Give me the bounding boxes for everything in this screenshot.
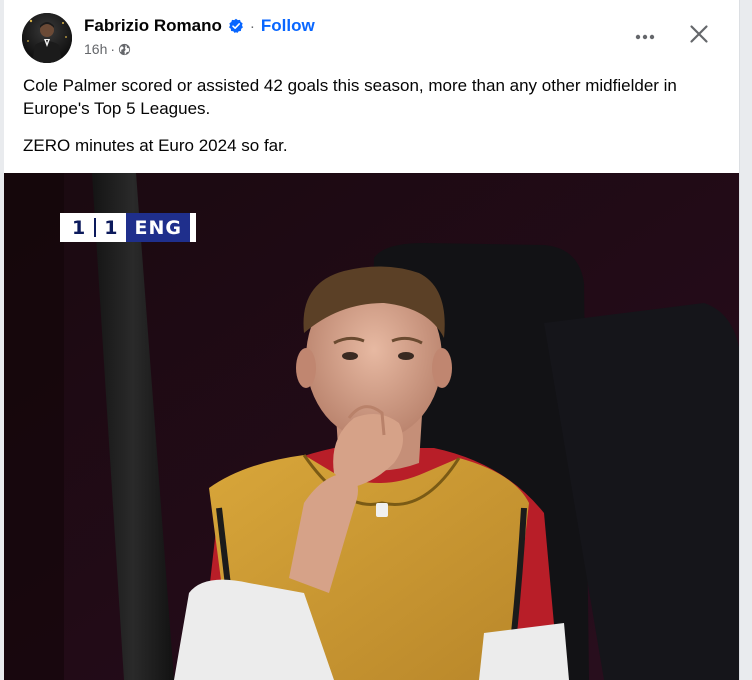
post-paragraph: Cole Palmer scored or assisted 42 goals … — [23, 76, 677, 118]
close-button[interactable] — [681, 18, 717, 54]
score-right: 1 — [104, 216, 119, 239]
verified-badge-icon — [228, 18, 244, 34]
scoreboard: 1 1 ENG — [60, 213, 196, 242]
avatar[interactable] — [22, 13, 72, 63]
author-name[interactable]: Fabrizio Romano — [84, 16, 222, 36]
photo-illustration — [4, 173, 739, 680]
scoreboard-tail — [189, 213, 196, 242]
post-header: Fabrizio Romano · Follow 16h · — [22, 12, 721, 64]
scoreboard-score: 1 1 — [64, 213, 127, 242]
post-card: Fabrizio Romano · Follow 16h · Cole Palm… — [4, 0, 740, 680]
more-options-icon — [635, 27, 655, 45]
score-divider — [94, 218, 97, 237]
scoreboard-team: ENG — [126, 213, 190, 242]
globe-icon[interactable] — [118, 43, 131, 56]
follow-button[interactable]: Follow — [261, 16, 315, 36]
more-options-button[interactable] — [627, 18, 663, 54]
author-block: Fabrizio Romano · Follow 16h · — [84, 15, 315, 58]
name-separator: · — [249, 17, 255, 35]
page-frame: Fabrizio Romano · Follow 16h · Cole Palm… — [0, 0, 752, 680]
post-timestamp[interactable]: 16h — [84, 41, 107, 57]
author-line: Fabrizio Romano · Follow — [84, 15, 315, 37]
meta-separator: · — [110, 41, 116, 57]
score-left: 1 — [72, 216, 87, 239]
post-photo[interactable]: 1 1 ENG — [4, 173, 739, 680]
post-text: Cole Palmer scored or assisted 42 goals … — [23, 74, 723, 171]
close-icon — [689, 24, 709, 49]
post-meta: 16h · — [84, 40, 315, 58]
post-paragraph: ZERO minutes at Euro 2024 so far. — [23, 136, 288, 155]
